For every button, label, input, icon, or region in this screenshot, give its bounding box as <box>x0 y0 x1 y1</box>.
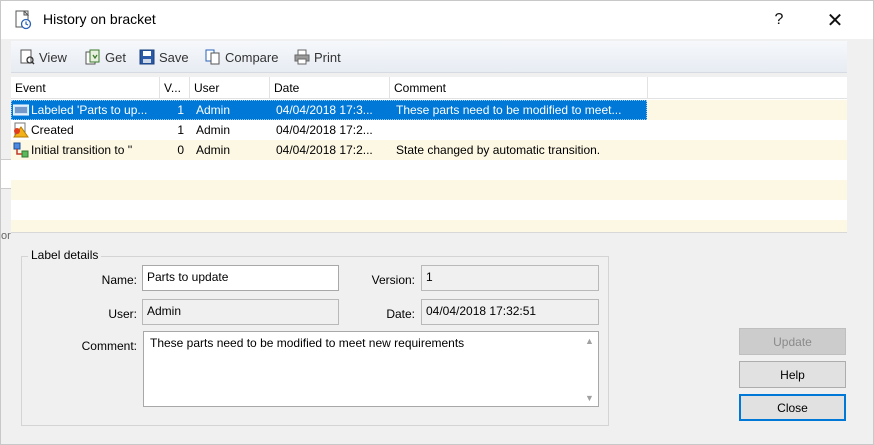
window-title: History on bracket <box>43 11 156 27</box>
empty-row <box>11 220 847 232</box>
compare-icon <box>205 49 221 65</box>
scroll-down-icon[interactable]: ▼ <box>581 389 598 406</box>
help-title-button[interactable]: ? <box>757 1 801 39</box>
group-title: Label details <box>28 248 102 262</box>
event-cell: Created <box>31 123 74 137</box>
view-icon <box>19 49 35 65</box>
version-cell: 0 <box>177 143 184 157</box>
date-field: 04/04/2018 17:32:51 <box>421 299 599 325</box>
date-label: Date: <box>386 307 415 321</box>
event-cell: Initial transition to '' <box>31 143 133 157</box>
created-icon <box>13 122 29 138</box>
version-cell: 1 <box>177 123 184 137</box>
get-label: Get <box>105 49 126 65</box>
history-grid: Event V... User Date Comment Labeled 'Pa… <box>11 77 847 233</box>
comment-textarea[interactable]: These parts need to be modified to meet … <box>143 331 599 407</box>
column-header-user[interactable]: User <box>190 77 270 99</box>
transition-icon <box>13 142 29 158</box>
version-field: 1 <box>421 265 599 291</box>
version-cell: 1 <box>177 103 184 117</box>
save-label: Save <box>159 49 189 65</box>
table-row[interactable]: Initial transition to '' 0 Admin 04/04/2… <box>11 140 847 160</box>
grid-header: Event V... User Date Comment <box>11 77 847 99</box>
comment-scrollbar[interactable]: ▲ ▼ <box>581 332 598 406</box>
comment-text: These parts need to be modified to meet … <box>150 336 465 350</box>
column-header-version[interactable]: V... <box>160 77 190 99</box>
close-button[interactable]: Close <box>739 394 846 421</box>
user-field: Admin <box>142 299 339 325</box>
update-button[interactable]: Update <box>739 328 846 355</box>
column-header-date[interactable]: Date <box>270 77 390 99</box>
user-cell: Admin <box>196 123 231 137</box>
label-icon <box>12 102 30 118</box>
save-icon <box>139 49 155 65</box>
history-dialog: History on bracket ? ✕ View Get Save Com… <box>0 0 874 445</box>
get-button[interactable]: Get <box>85 47 126 67</box>
user-label: User: <box>108 307 137 321</box>
view-button[interactable]: View <box>19 47 67 67</box>
name-field[interactable]: Parts to update <box>142 265 339 291</box>
comment-cell: These parts need to be modified to meet.… <box>396 103 622 117</box>
save-button[interactable]: Save <box>139 47 189 67</box>
version-label: Version: <box>371 273 415 287</box>
scroll-up-icon[interactable]: ▲ <box>581 332 598 349</box>
printer-icon <box>294 49 310 65</box>
print-button[interactable]: Print <box>294 47 341 67</box>
user-cell: Admin <box>196 143 231 157</box>
comment-cell: State changed by automatic transition. <box>396 143 601 157</box>
compare-button[interactable]: Compare <box>205 47 278 67</box>
empty-row <box>11 180 847 200</box>
user-cell: Admin <box>196 103 231 117</box>
comment-label: Comment: <box>81 339 137 353</box>
toolbar: View Get Save Compare Print <box>11 41 847 73</box>
empty-row <box>11 200 847 220</box>
history-document-icon <box>13 10 33 30</box>
empty-row <box>11 160 847 180</box>
table-row[interactable]: Created 1 Admin 04/04/2018 17:2... <box>11 120 847 140</box>
background-window-text: or <box>1 230 11 242</box>
print-label: Print <box>314 49 341 65</box>
close-title-button[interactable]: ✕ <box>813 1 857 39</box>
table-row[interactable]: Labeled 'Parts to up... 1 Admin 04/04/20… <box>11 100 847 120</box>
comment-cell <box>396 120 646 140</box>
date-cell: 04/04/2018 17:2... <box>276 143 373 157</box>
title-bar: History on bracket ? ✕ <box>1 1 873 39</box>
compare-label: Compare <box>225 49 279 65</box>
date-cell: 04/04/2018 17:3... <box>276 103 373 117</box>
date-cell: 04/04/2018 17:2... <box>276 123 373 137</box>
event-cell: Labeled 'Parts to up... <box>31 103 148 117</box>
column-header-event[interactable]: Event <box>11 77 160 99</box>
column-header-comment[interactable]: Comment <box>390 77 648 99</box>
view-label: View <box>39 49 67 65</box>
help-button[interactable]: Help <box>739 361 846 388</box>
background-window-edge <box>1 159 11 189</box>
get-icon <box>85 49 101 65</box>
name-label: Name: <box>101 273 137 287</box>
